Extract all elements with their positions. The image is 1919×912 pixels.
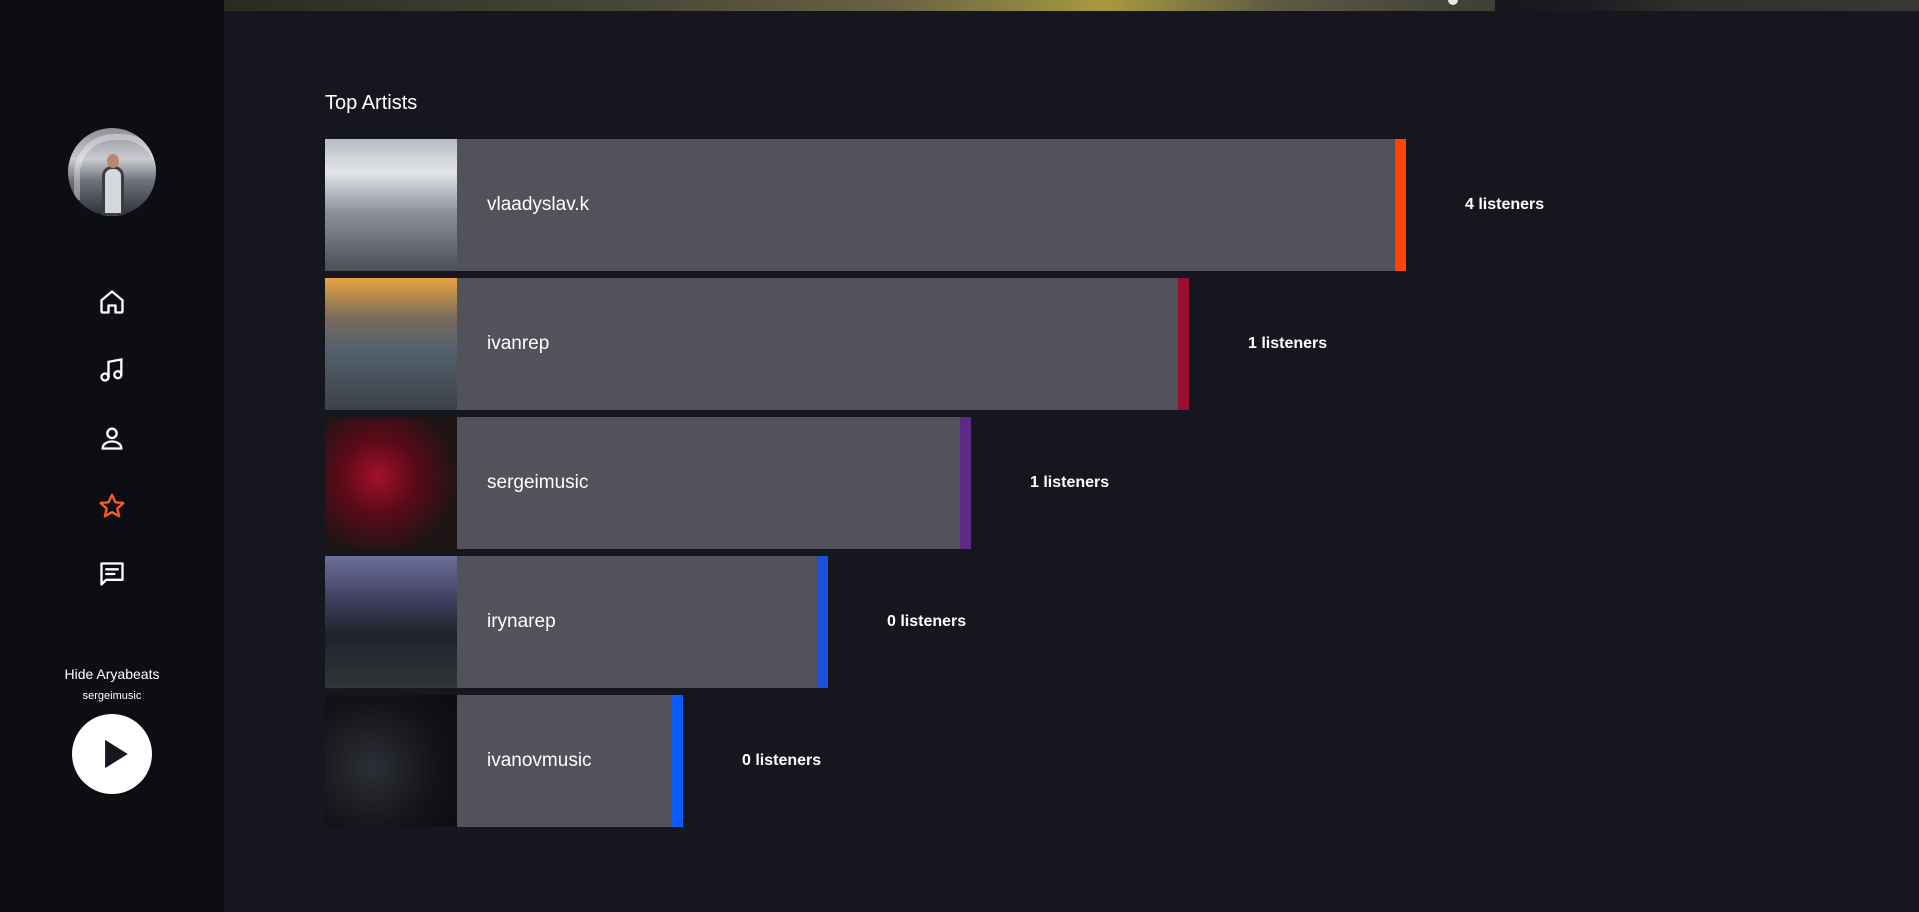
- artist-bar[interactable]: ivanrep: [325, 278, 1178, 410]
- nav-home[interactable]: [96, 286, 128, 318]
- home-icon: [100, 290, 124, 314]
- artist-accent-bar: [960, 417, 971, 549]
- artist-row: irynarep 0 listeners: [325, 556, 1028, 688]
- artist-thumbnail: [325, 556, 457, 688]
- artist-bar[interactable]: sergeimusic: [325, 417, 960, 549]
- artist-row: ivanovmusic 0 listeners: [325, 695, 883, 827]
- artist-listeners-count: 0 listeners: [887, 613, 967, 630]
- artist-accent-bar: [672, 695, 683, 827]
- header-banner-image: [224, 0, 1919, 11]
- user-avatar[interactable]: [68, 128, 156, 216]
- nav-messages[interactable]: [96, 558, 128, 590]
- message-icon: [100, 562, 124, 586]
- artist-bar[interactable]: ivanovmusic: [325, 695, 672, 827]
- user-icon: [101, 427, 123, 450]
- avatar-figure: [102, 166, 124, 216]
- music-note-icon: [100, 358, 123, 382]
- artist-accent-bar: [1395, 139, 1406, 271]
- play-icon: [105, 739, 128, 769]
- section-title: Top Artists: [325, 92, 418, 114]
- artist-row: ivanrep 1 listeners: [325, 278, 1389, 410]
- artist-bar[interactable]: vlaadyslav.k: [325, 139, 1395, 271]
- artist-thumbnail: [325, 695, 457, 827]
- artist-accent-bar: [817, 556, 828, 688]
- nav-music[interactable]: [96, 354, 128, 386]
- artist-name: vlaadyslav.k: [487, 194, 590, 215]
- artist-name: irynarep: [487, 611, 556, 632]
- artist-name: ivanrep: [487, 333, 550, 354]
- banner-indicator: [1448, 0, 1458, 5]
- artist-thumbnail: [325, 139, 457, 271]
- nav-favorites[interactable]: [96, 490, 128, 522]
- star-icon: [99, 493, 125, 518]
- nav-profile[interactable]: [96, 422, 128, 454]
- artist-accent-bar: [1178, 278, 1189, 410]
- sidebar: Hide Aryabeats sergeimusic: [0, 0, 224, 912]
- artist-listeners-count: 1 listeners: [1248, 335, 1328, 352]
- artist-listeners-count: 1 listeners: [1030, 474, 1110, 491]
- artist-thumbnail: [325, 417, 457, 549]
- now-playing-title: Hide Aryabeats: [64, 666, 160, 682]
- artist-thumbnail: [325, 278, 457, 410]
- artist-bar[interactable]: irynarep: [325, 556, 817, 688]
- artist-row: sergeimusic 1 listeners: [325, 417, 1171, 549]
- artist-name: ivanovmusic: [487, 750, 592, 771]
- avatar-head: [107, 154, 119, 168]
- artist-name: sergeimusic: [487, 472, 589, 493]
- artist-row: vlaadyslav.k 4 listeners: [325, 139, 1606, 271]
- now-playing-artist: sergeimusic: [82, 690, 142, 702]
- artist-listeners-count: 0 listeners: [742, 752, 822, 769]
- play-button[interactable]: [72, 714, 152, 794]
- artist-listeners-count: 4 listeners: [1465, 196, 1545, 213]
